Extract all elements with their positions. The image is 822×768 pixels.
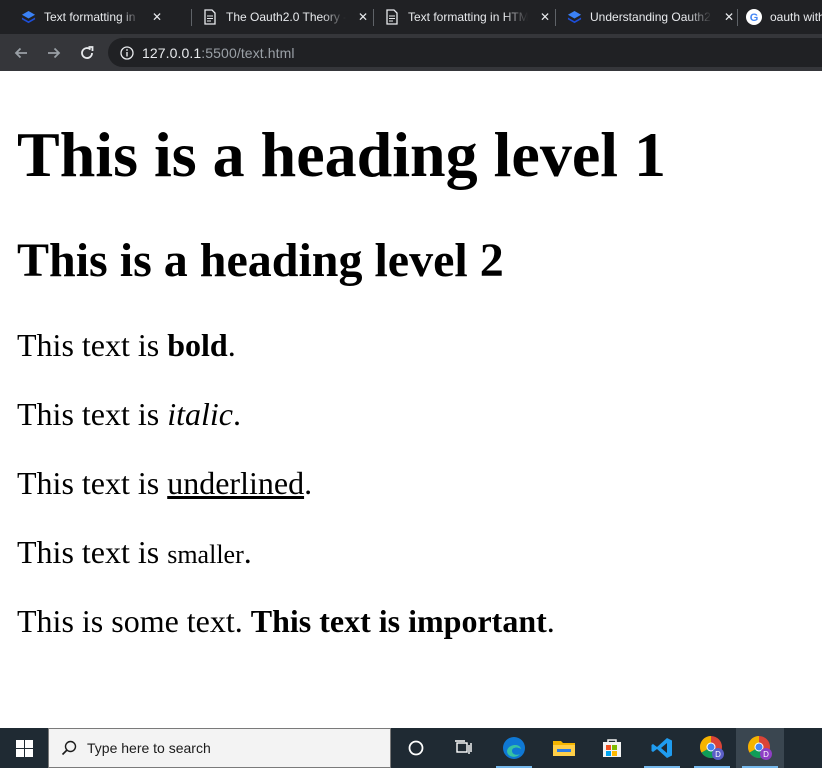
chrome-profile-active-icon: D	[748, 736, 772, 760]
text: This text is	[17, 534, 168, 570]
vscode-button[interactable]	[638, 728, 686, 768]
stack-icon	[566, 9, 582, 25]
tab-text-formatting-2[interactable]: Text formatting in HTML ✕	[384, 0, 552, 34]
tab-text-formatting-1[interactable]: Text formatting in HTML ✕	[20, 0, 164, 34]
store-button[interactable]	[588, 728, 636, 768]
tab-separator	[191, 9, 192, 26]
close-icon[interactable]: ✕	[150, 10, 164, 24]
cortana-icon	[408, 740, 424, 756]
chrome-profile-button[interactable]: D	[688, 728, 736, 768]
taskbar-search[interactable]	[48, 728, 391, 768]
file-explorer-button[interactable]	[540, 728, 588, 768]
page-icon	[384, 9, 400, 25]
tab-title: The Oauth2.0 Theory -	[226, 10, 346, 24]
close-icon[interactable]: ✕	[722, 10, 736, 24]
taskbar-search-input[interactable]	[87, 740, 390, 756]
tab-understanding-oauth[interactable]: Understanding Oauth2 ✕	[566, 0, 736, 34]
start-button[interactable]	[0, 728, 48, 768]
underline-paragraph: This text is underlined.	[17, 467, 312, 499]
vscode-icon	[651, 738, 672, 758]
search-icon	[61, 740, 77, 756]
close-icon[interactable]: ✕	[356, 10, 370, 24]
tab-oauth-theory[interactable]: The Oauth2.0 Theory - ✕	[202, 0, 370, 34]
small-text: smaller	[167, 540, 244, 569]
underlined-text: underlined	[167, 465, 305, 501]
chrome-profile-active-button[interactable]: D	[736, 728, 784, 768]
store-icon	[603, 739, 621, 757]
info-icon[interactable]	[120, 45, 134, 60]
windows-start-icon	[15, 739, 33, 757]
italic-text: italic	[167, 396, 233, 432]
svg-text:G: G	[750, 12, 759, 24]
windows-taskbar: D D	[0, 728, 822, 768]
text: .	[243, 534, 252, 570]
arrow-right-icon	[48, 47, 61, 58]
bold-paragraph: This text is bold.	[17, 329, 236, 361]
url-host: 127.0.0.1	[142, 44, 202, 61]
forward-button[interactable]	[39, 34, 69, 71]
text: .	[227, 327, 236, 363]
svg-text:D: D	[715, 750, 721, 759]
tab-title: Text formatting in HTML	[408, 10, 528, 24]
page-icon	[202, 9, 218, 25]
reload-button[interactable]	[72, 34, 102, 71]
page-content: This is a heading level 1 This is a head…	[0, 71, 822, 728]
text: .	[546, 603, 555, 639]
heading-level-1: This is a heading level 1	[17, 119, 666, 190]
chrome-profile-icon: D	[700, 736, 724, 760]
file-explorer-icon	[553, 741, 575, 756]
tab-strip: Text formatting in HTML ✕ The Oauth2.0 T…	[0, 0, 822, 34]
tab-google-oauth[interactable]: G oauth with	[746, 0, 822, 34]
small-paragraph: This text is smaller.	[17, 536, 252, 568]
tab-title: oauth with	[770, 10, 822, 24]
text: .	[232, 396, 241, 432]
tab-title: Understanding Oauth2	[590, 10, 711, 24]
google-icon: G	[746, 9, 762, 25]
tab-separator	[555, 9, 556, 26]
tab-title: Text formatting in HTML	[44, 10, 140, 24]
text: This text is	[17, 327, 168, 363]
text: .	[304, 465, 313, 501]
back-button[interactable]	[6, 34, 36, 71]
cortana-button[interactable]	[392, 728, 440, 768]
tab-separator	[737, 9, 738, 26]
reload-icon	[81, 45, 94, 59]
browser-toolbar: 127.0.0.1:5500/text.html	[0, 34, 822, 71]
heading-level-2: This is a heading level 2	[17, 234, 504, 287]
edge-icon	[503, 737, 525, 759]
address-bar[interactable]: 127.0.0.1:5500/text.html	[108, 38, 822, 67]
svg-text:D: D	[763, 750, 769, 759]
edge-button[interactable]	[490, 728, 538, 768]
strong-paragraph: This is some text. This text is importan…	[17, 605, 555, 637]
strong-text: This text is important	[250, 603, 547, 639]
arrow-left-icon	[14, 47, 27, 58]
task-view-button[interactable]	[440, 728, 488, 768]
url-path: :5500/text.html	[201, 44, 295, 61]
text: This is some text.	[17, 603, 251, 639]
stack-icon	[20, 9, 36, 25]
url-text: 127.0.0.1:5500/text.html	[142, 45, 295, 61]
close-icon[interactable]: ✕	[538, 10, 552, 24]
bold-text: bold	[167, 327, 228, 363]
text: This text is	[17, 465, 168, 501]
task-view-icon	[455, 740, 472, 754]
italic-paragraph: This text is italic.	[17, 398, 241, 430]
text: This text is	[17, 396, 168, 432]
tab-separator	[373, 9, 374, 26]
